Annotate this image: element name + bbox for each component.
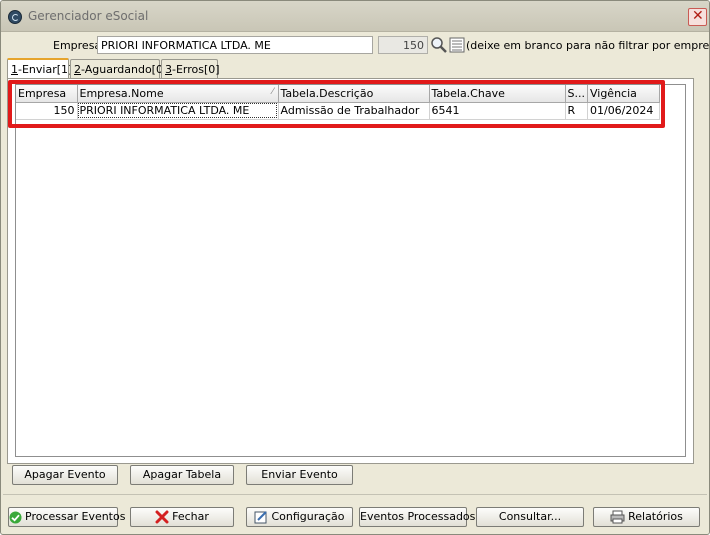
filter-hint: (deixe em branco para não filtrar por em… (466, 39, 710, 52)
fechar-button[interactable]: Fechar (130, 507, 234, 527)
close-button[interactable]: ✕ (688, 8, 707, 26)
check-icon (9, 511, 22, 523)
configuracao-label: Configuração (271, 510, 345, 523)
highlight-annotation (8, 80, 665, 128)
consultar-button[interactable]: Consultar... (476, 507, 584, 527)
tab-enviar-label: -Enviar[1] (18, 63, 73, 76)
tab-panel-enviar: Empresa Empresa.Nome ⁄ Tabela.Descrição T… (7, 78, 694, 464)
title-bar[interactable]: Gerenciador eSocial ✕ (1, 1, 709, 32)
configuracao-button[interactable]: Configuração (246, 507, 353, 527)
enviar-evento-button[interactable]: Enviar Evento (246, 465, 353, 485)
relatorios-label: Relatórios (628, 510, 683, 523)
events-grid[interactable]: Empresa Empresa.Nome ⁄ Tabela.Descrição T… (15, 84, 686, 457)
relatorios-button[interactable]: Relatórios (593, 507, 700, 527)
window-title: Gerenciador eSocial (28, 9, 149, 23)
tab-erros-key: 3 (165, 63, 172, 76)
tab-aguardando[interactable]: 2-Aguardando[0] (70, 59, 167, 78)
tab-enviar[interactable]: 1-Enviar[1] (7, 58, 73, 79)
footer-divider (3, 494, 707, 495)
empresa-code-field[interactable]: 150 (378, 36, 428, 54)
tab-aguardando-key: 2 (74, 63, 81, 76)
empresa-name-field[interactable]: PRIORI INFORMATICA LTDA. ME (97, 36, 373, 54)
close-icon: ✕ (692, 8, 704, 24)
printer-icon (610, 510, 625, 524)
tab-erros-label: -Erros[0] (172, 63, 220, 76)
app-icon (8, 10, 22, 24)
tab-enviar-key: 1 (11, 63, 18, 76)
tab-aguardando-label: -Aguardando[0] (81, 63, 168, 76)
tab-erros[interactable]: 3-Erros[0] (161, 59, 220, 78)
processar-eventos-label: Processar Eventos (25, 510, 126, 523)
apagar-tabela-button[interactable]: Apagar Tabela (130, 465, 234, 485)
apagar-evento-button[interactable]: Apagar Evento (12, 465, 118, 485)
search-icon[interactable] (430, 36, 448, 54)
eventos-processados-button[interactable]: Eventos Processados (359, 507, 475, 527)
edit-form-icon (254, 511, 268, 524)
empresa-label: Empresa (53, 39, 102, 52)
red-x-icon (155, 510, 169, 524)
fechar-label: Fechar (172, 510, 209, 523)
list-icon[interactable] (449, 37, 465, 53)
processar-eventos-button[interactable]: Processar Eventos (8, 507, 125, 527)
esocial-window: Gerenciador eSocial ✕ Empresa PRIORI INF… (0, 0, 710, 535)
